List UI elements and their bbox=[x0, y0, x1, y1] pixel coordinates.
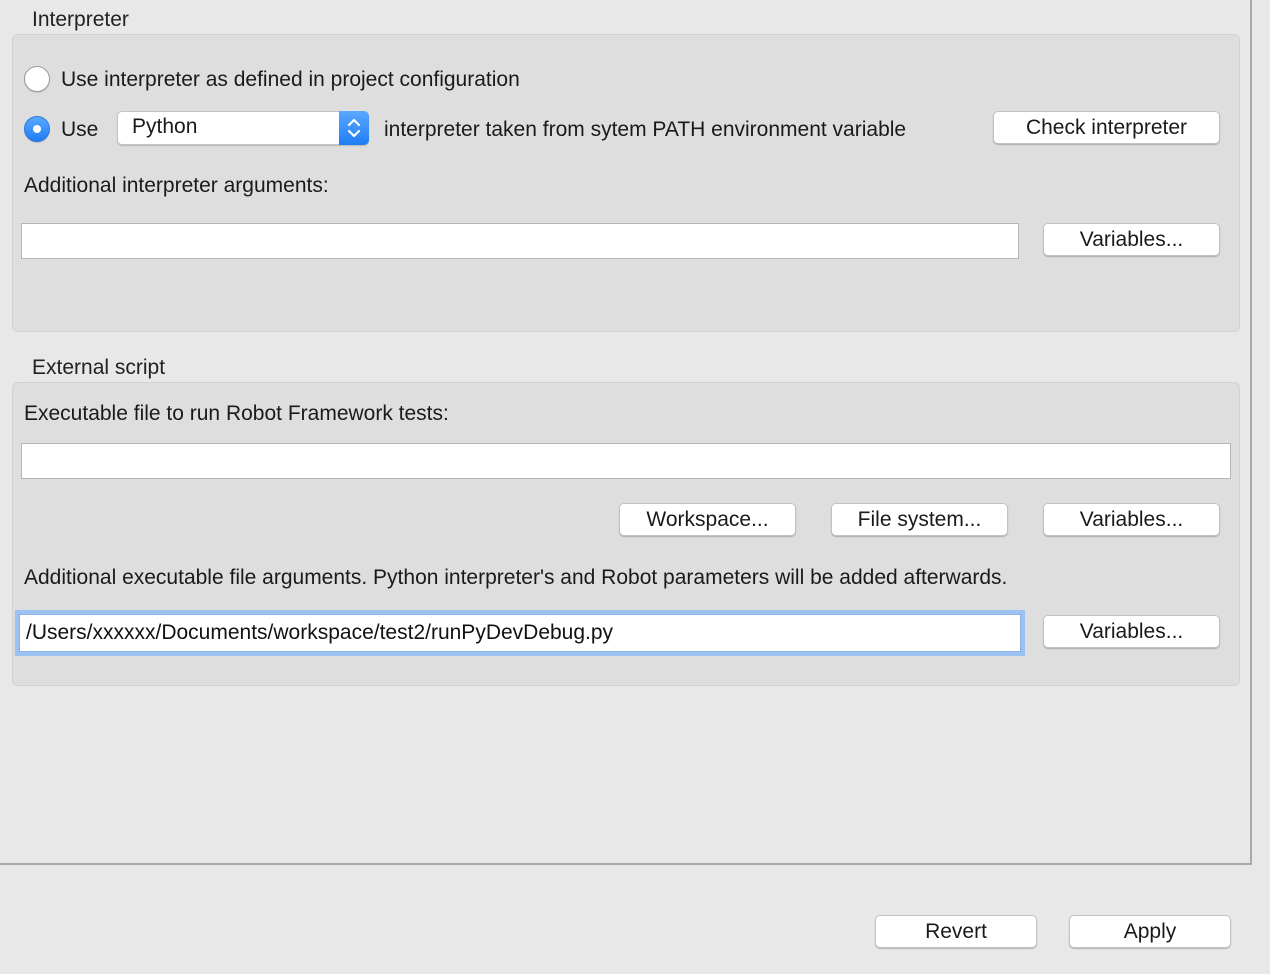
executable-file-input[interactable] bbox=[21, 443, 1231, 479]
check-interpreter-button[interactable]: Check interpreter bbox=[993, 111, 1220, 144]
workspace-button[interactable]: Workspace... bbox=[619, 503, 796, 536]
apply-button[interactable]: Apply bbox=[1069, 915, 1231, 948]
radio-project-interpreter-label[interactable]: Use interpreter as defined in project co… bbox=[61, 68, 520, 92]
launch-config-panel: Interpreter Use interpreter as defined i… bbox=[0, 0, 1252, 865]
chevron-updown-icon[interactable] bbox=[339, 111, 369, 145]
radio-selected-dot bbox=[33, 125, 41, 133]
interpreter-from-path-text: interpreter taken from sytem PATH enviro… bbox=[384, 118, 907, 141]
interpreter-args-input[interactable] bbox=[21, 223, 1019, 259]
radio-use-interpreter[interactable] bbox=[24, 116, 50, 142]
radio-use-interpreter-label[interactable]: Use bbox=[61, 118, 98, 142]
executable-args-variables-button[interactable]: Variables... bbox=[1043, 615, 1220, 648]
interpreter-args-label: Additional interpreter arguments: bbox=[24, 174, 329, 197]
external-script-group-title: External script bbox=[32, 356, 166, 379]
radio-project-interpreter[interactable] bbox=[24, 66, 50, 92]
interpreter-type-value: Python bbox=[132, 115, 198, 138]
executable-args-label: Additional executable file arguments. Py… bbox=[24, 566, 1008, 589]
executable-file-label: Executable file to run Robot Framework t… bbox=[24, 402, 449, 425]
interpreter-group-title: Interpreter bbox=[32, 8, 129, 31]
revert-button[interactable]: Revert bbox=[875, 915, 1037, 948]
interpreter-type-select[interactable]: Python bbox=[117, 111, 369, 145]
executable-variables-button[interactable]: Variables... bbox=[1043, 503, 1220, 536]
executable-args-input[interactable] bbox=[19, 614, 1021, 652]
file-system-button[interactable]: File system... bbox=[831, 503, 1008, 536]
interpreter-variables-button[interactable]: Variables... bbox=[1043, 223, 1220, 256]
